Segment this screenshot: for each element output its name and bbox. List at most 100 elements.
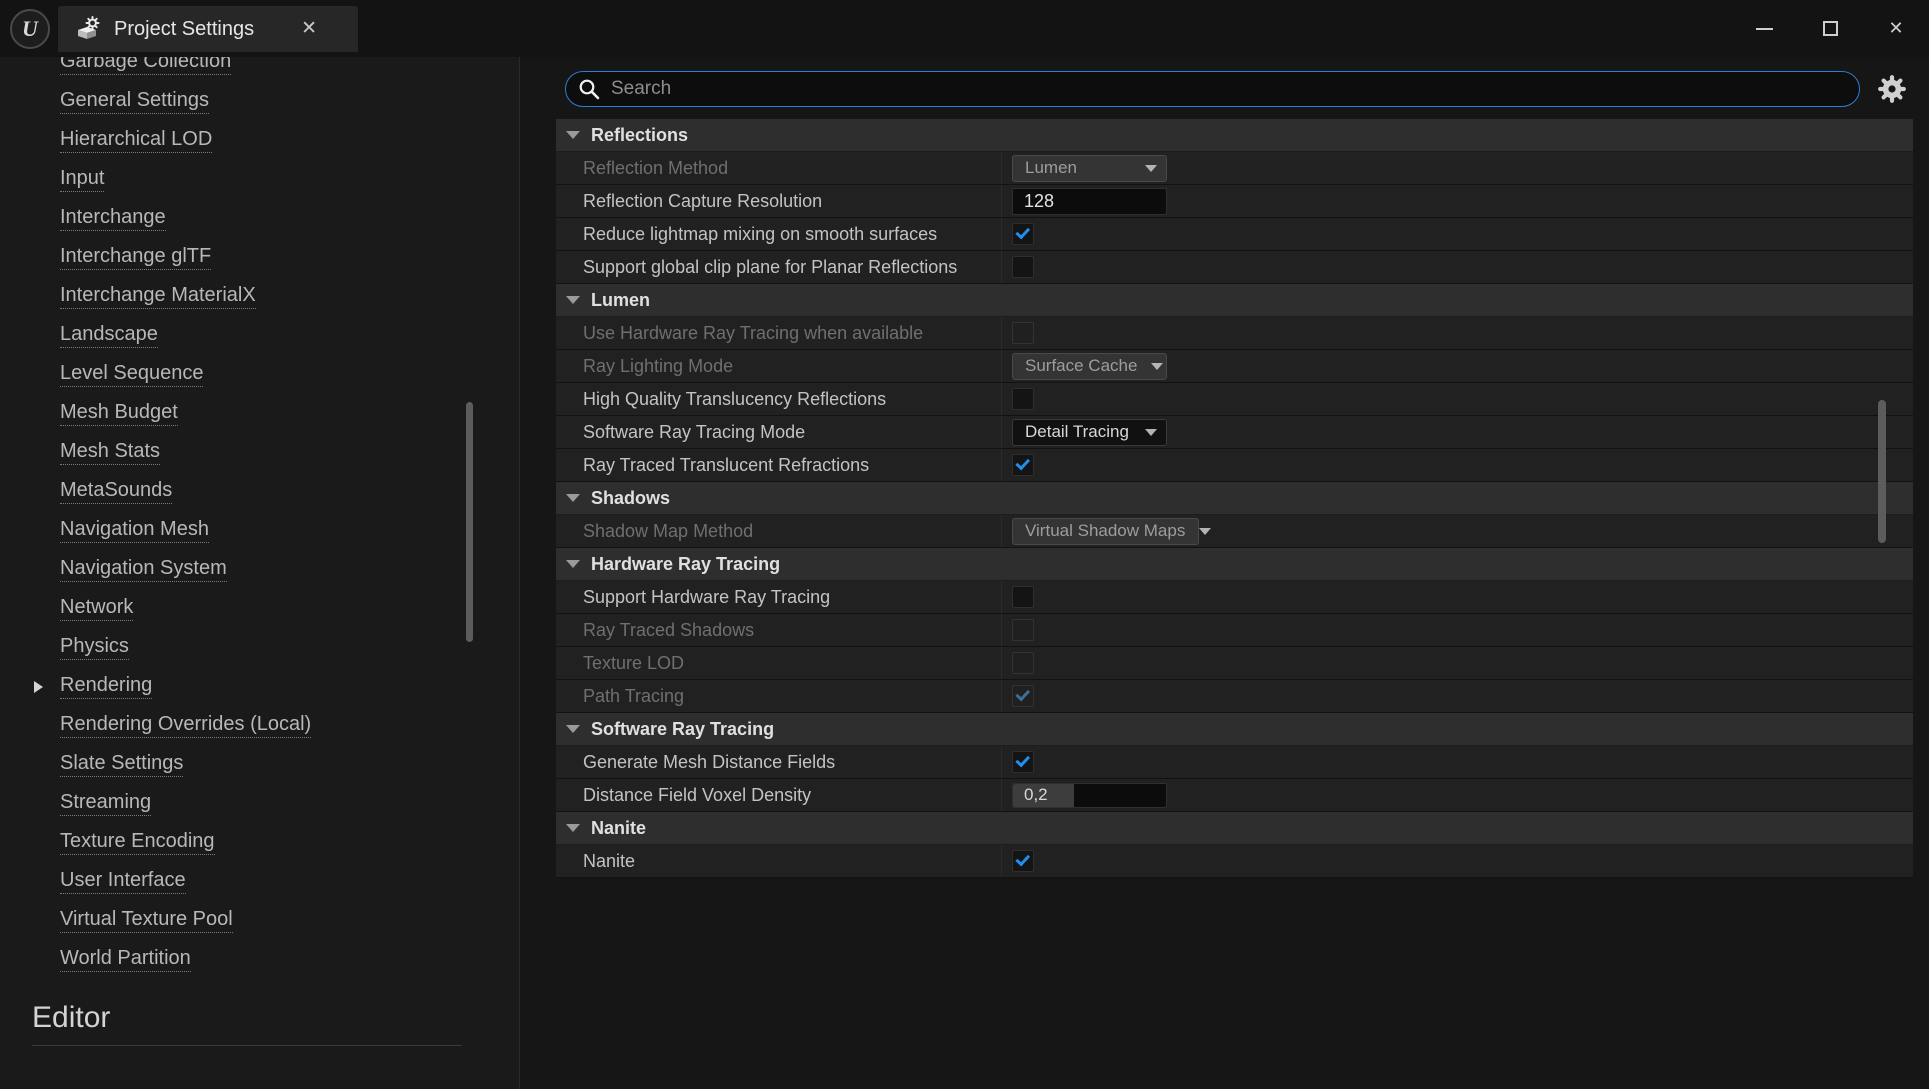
tab-close-icon[interactable]: ✕	[298, 18, 320, 40]
chevron-down-icon[interactable]	[566, 494, 580, 502]
property-label: Ray Lighting Mode	[556, 350, 1002, 382]
expand-arrow-icon[interactable]	[34, 680, 43, 693]
sidebar-item-level-sequence[interactable]: Level Sequence	[0, 355, 470, 394]
chevron-down-icon[interactable]	[566, 131, 580, 139]
maximize-button[interactable]	[1797, 0, 1863, 57]
sidebar-item-interchange-materialx[interactable]: Interchange MaterialX	[0, 277, 470, 316]
sidebar-item-general-settings[interactable]: General Settings	[0, 82, 470, 121]
dropdown-shadow-map-method[interactable]: Virtual Shadow Maps	[1012, 517, 1212, 545]
minimize-button[interactable]	[1731, 0, 1797, 57]
chevron-down-icon	[1145, 164, 1157, 172]
sidebar-item-label: Rendering Overrides (Local)	[60, 713, 312, 738]
chevron-down-icon[interactable]	[566, 824, 580, 832]
checkbox-support-hardware-ray-tracing[interactable]	[1012, 586, 1034, 608]
sidebar-item-label: Interchange glTF	[60, 245, 212, 270]
sidebar-item-navigation-mesh[interactable]: Navigation Mesh	[0, 511, 470, 550]
checkbox-support-global-clip-plane-for-planar-reflections[interactable]	[1012, 256, 1034, 278]
property-value-cell	[1002, 614, 1913, 646]
sidebar-item-landscape[interactable]: Landscape	[0, 316, 470, 355]
checkbox-texture-lod[interactable]	[1012, 652, 1034, 674]
sidebar-item-world-partition[interactable]: World Partition	[0, 940, 470, 979]
section-header-reflections[interactable]: Reflections	[556, 119, 1913, 152]
sidebar-item-user-interface[interactable]: User Interface	[0, 862, 470, 901]
close-button[interactable]: ✕	[1863, 0, 1929, 57]
sidebar-item-streaming[interactable]: Streaming	[0, 784, 470, 823]
search-box[interactable]	[565, 71, 1860, 107]
sidebar-scroll-area: Garbage Collection General Settings Hierar…	[0, 57, 520, 1057]
sidebar-item-texture-encoding[interactable]: Texture Encoding	[0, 823, 470, 862]
search-row	[520, 57, 1929, 119]
property-label: Use Hardware Ray Tracing when available	[556, 317, 1002, 349]
checkbox-reduce-lightmap-mixing-on-smooth-surfaces[interactable]	[1012, 223, 1034, 245]
search-input[interactable]	[611, 78, 1859, 100]
checkbox-generate-mesh-distance-fields[interactable]	[1012, 751, 1034, 773]
property-label: Reduce lightmap mixing on smooth surface…	[556, 218, 1002, 250]
sidebar-item-physics[interactable]: Physics	[0, 628, 470, 667]
checkmark-icon	[1014, 752, 1030, 768]
checkbox-nanite[interactable]	[1012, 850, 1034, 872]
sidebar-item-rendering-overrides-local[interactable]: Rendering Overrides (Local)	[0, 706, 470, 745]
chevron-down-icon[interactable]	[566, 560, 580, 568]
sidebar-item-network[interactable]: Network	[0, 589, 470, 628]
sidebar-item-metasounds[interactable]: MetaSounds	[0, 472, 470, 511]
detail-scrollbar-thumb[interactable]	[1878, 400, 1886, 543]
sidebar-item-garbage-collection[interactable]: Garbage Collection	[0, 57, 470, 82]
property-value-cell: Detail Tracing	[1002, 416, 1913, 448]
section-header-software-ray-tracing[interactable]: Software Ray Tracing	[556, 713, 1913, 746]
property-value-cell	[1002, 647, 1913, 679]
sidebar-item-slate-settings[interactable]: Slate Settings	[0, 745, 470, 784]
section-header-shadows[interactable]: Shadows	[556, 482, 1913, 515]
section-title: Nanite	[591, 817, 647, 838]
sidebar-item-virtual-texture-pool[interactable]: Virtual Texture Pool	[0, 901, 470, 940]
sidebar-item-label: Interchange MaterialX	[60, 284, 256, 309]
sidebar-item-input[interactable]: Input	[0, 160, 470, 199]
slider-distance-field-voxel-density[interactable]: 0,2	[1012, 782, 1167, 808]
property-row: Support global clip plane for Planar Ref…	[556, 251, 1913, 284]
settings-detail-panel: ReflectionsReflection MethodLumenReflect…	[520, 57, 1929, 1089]
dropdown-software-ray-tracing-mode[interactable]: Detail Tracing	[1012, 418, 1167, 446]
sidebar-item-navigation-system[interactable]: Navigation System	[0, 550, 470, 589]
section-title: Shadows	[591, 487, 671, 508]
detail-scrollbar-track[interactable]	[1878, 119, 1886, 1079]
section-title: Lumen	[591, 289, 651, 310]
gear-icon[interactable]	[1877, 74, 1907, 104]
section-header-lumen[interactable]: Lumen	[556, 284, 1913, 317]
number-input-reflection-capture-resolution[interactable]: 128	[1012, 187, 1167, 215]
sidebar-scrollbar-thumb[interactable]	[466, 402, 473, 642]
property-value-cell	[1002, 218, 1913, 250]
checkmark-icon	[1014, 224, 1030, 240]
checkbox-ray-traced-translucent-refractions[interactable]	[1012, 454, 1034, 476]
property-row: Reflection Method Lumen	[556, 152, 1913, 185]
property-value-cell: Surface Cache	[1002, 350, 1913, 382]
checkbox-use-hardware-ray-tracing-when-available[interactable]	[1012, 322, 1034, 344]
chevron-down-icon[interactable]	[566, 296, 580, 304]
checkbox-high-quality-translucency-reflections[interactable]	[1012, 388, 1034, 410]
sidebar-item-label: Landscape	[60, 323, 158, 348]
dropdown-reflection-method[interactable]: Lumen	[1012, 154, 1167, 182]
checkbox-ray-traced-shadows[interactable]	[1012, 619, 1034, 641]
property-row: Use Hardware Ray Tracing when available	[556, 317, 1913, 350]
sidebar-nav-list: Garbage Collection General Settings Hierar…	[0, 57, 470, 1046]
sidebar-item-label: Streaming	[60, 791, 152, 816]
property-label: Reflection Method	[556, 152, 1002, 184]
sidebar-item-label: Virtual Texture Pool	[60, 908, 233, 933]
chevron-down-icon[interactable]	[566, 725, 580, 733]
section-header-nanite[interactable]: Nanite	[556, 812, 1913, 845]
sidebar-item-rendering[interactable]: Rendering	[0, 667, 470, 706]
sidebar-item-mesh-stats[interactable]: Mesh Stats	[0, 433, 470, 472]
sidebar-item-interchange[interactable]: Interchange	[0, 199, 470, 238]
project-settings-icon	[76, 16, 102, 42]
property-label: Generate Mesh Distance Fields	[556, 746, 1002, 778]
checkbox-path-tracing[interactable]	[1012, 685, 1034, 707]
sidebar-item-label: World Partition	[60, 947, 191, 972]
sidebar-item-label: Mesh Budget	[60, 401, 178, 426]
tab-project-settings[interactable]: Project Settings ✕	[58, 6, 358, 52]
sidebar-item-label: Garbage Collection	[60, 57, 232, 75]
sidebar-item-label: Navigation Mesh	[60, 518, 209, 543]
dropdown-ray-lighting-mode[interactable]: Surface Cache	[1012, 352, 1167, 380]
section-header-hardware-ray-tracing[interactable]: Hardware Ray Tracing	[556, 548, 1913, 581]
sidebar-item-mesh-budget[interactable]: Mesh Budget	[0, 394, 470, 433]
dropdown-selected-value: Detail Tracing	[1025, 422, 1129, 441]
sidebar-item-interchange-gltf[interactable]: Interchange glTF	[0, 238, 470, 277]
sidebar-item-hierarchical-lod[interactable]: Hierarchical LOD	[0, 121, 470, 160]
